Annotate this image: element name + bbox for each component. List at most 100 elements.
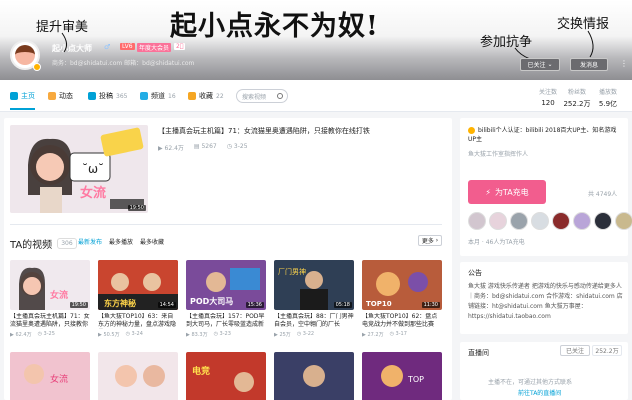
- clock-icon: ◷ 3-17: [389, 331, 407, 337]
- fan-avatar[interactable]: [531, 212, 549, 230]
- play-count: 62.4万: [164, 145, 184, 152]
- profile-banner: 起小点永不为奴! 提升审美 参加抗争 交换情报 起小点大师 ♂ LV6 年度大会…: [0, 0, 632, 80]
- charge-note: 本月 · 46人为TA充电: [468, 239, 525, 246]
- video-thumbnail[interactable]: [98, 352, 178, 400]
- video-card[interactable]: 厂门男神 05:18 【主播真会玩】88：厂门男神自会员，空中翱门的厂长 ▶ 2…: [274, 260, 354, 338]
- video-thumbnail[interactable]: TOP: [362, 352, 442, 400]
- publish-date: 3-25: [43, 331, 55, 337]
- video-title[interactable]: 【主播真会玩】157：POD早到大司马，厂长零吸蓝造成新: [186, 313, 266, 329]
- notice-body: 鱼大拔 游戏快乐传递者 把游戏的快乐与感动传递给更多人｜商务：bd@shidat…: [468, 283, 623, 320]
- video-title[interactable]: 【主播真会玩】88：厂门男神自会员，空中翱门的厂长: [274, 313, 354, 329]
- stat-plays: 播放数 5.9亿: [593, 87, 623, 109]
- svg-text:女流: 女流: [50, 289, 68, 301]
- fan-avatar[interactable]: [489, 212, 507, 230]
- play-icon: ▶ 50.5万: [98, 332, 120, 338]
- fan-avatar[interactable]: [615, 212, 632, 230]
- video-card[interactable]: 东方神秘 14:54 【鱼大拔TOP10】63：来自东方的神秘力量，盘点游戏隐藏…: [98, 260, 178, 338]
- svg-text:厂门男神: 厂门男神: [278, 267, 306, 276]
- duration-label: 14:54: [157, 302, 176, 308]
- svg-text:˘ω˘: ˘ω˘: [82, 162, 104, 176]
- video-meta: ▶ 62.4万 ◷ 3-25: [10, 331, 90, 338]
- sort-most-favorited[interactable]: 最多收藏: [140, 237, 164, 246]
- tab-label: 主页: [21, 92, 35, 100]
- video-thumbnail[interactable]: 厂门男神 05:18: [274, 260, 354, 310]
- message-button[interactable]: 发消息: [570, 58, 608, 71]
- duration-label: 19:50: [127, 205, 146, 211]
- video-thumbnail[interactable]: 电竞: [186, 352, 266, 400]
- publish-date: 3-23: [219, 331, 231, 337]
- video-thumbnail[interactable]: 东方神秘 14:54: [98, 260, 178, 310]
- tab-home[interactable]: 主页: [10, 91, 35, 110]
- tab-count: 16: [168, 92, 176, 100]
- video-meta: ▶ 25万 ◷ 3-22: [274, 331, 354, 338]
- video-meta: ▶ 27.2万 ◷ 3-17: [362, 331, 442, 338]
- svg-text:女流: 女流: [80, 185, 106, 201]
- live-room-link[interactable]: 前往TA的直播间: [518, 389, 561, 399]
- video-card[interactable]: [98, 352, 178, 400]
- video-thumbnail[interactable]: 女流: [10, 352, 90, 400]
- clock-icon: ◷ 3-25: [37, 331, 55, 337]
- video-card[interactable]: 女流 19:50 【主播真会玩主机篇】71：女流猫里奥遭遇陷阱，只接教你 ▶ 6…: [10, 260, 90, 338]
- video-card[interactable]: 女流: [10, 352, 90, 400]
- studio-info: 鱼大拔工作室指挥作人: [468, 151, 529, 158]
- certification: bilibili个人认证：bilibili 2018百大UP主、知名游戏UP主: [468, 126, 624, 144]
- svg-text:TOP10: TOP10: [366, 300, 392, 308]
- video-card[interactable]: [274, 352, 354, 400]
- svg-text:POD大司马: POD大司马: [190, 296, 233, 306]
- notice-title: 公告: [468, 269, 482, 277]
- fan-avatar[interactable]: [468, 212, 486, 230]
- clock-icon: ◷ 3-23: [213, 331, 231, 337]
- fan-avatar[interactable]: [510, 212, 528, 230]
- video-thumbnail[interactable]: [274, 352, 354, 400]
- clock-icon: ◷ 3-25: [226, 143, 248, 150]
- play-count: 27.2万: [367, 332, 384, 338]
- charge-label: 为TA充电: [494, 187, 529, 197]
- more-videos-button[interactable]: 更多 ›: [418, 235, 442, 246]
- video-title[interactable]: 【鱼大拔TOP10】63：来自东方的神秘力量，盘点游戏隐藏: [98, 313, 178, 329]
- tab-channel[interactable]: 频道 16: [140, 91, 176, 101]
- stat-label: 粉丝数: [567, 89, 586, 96]
- videos-section-title: TA的视频 306: [10, 236, 77, 251]
- live-offline-note: 主播不在，可通过其他方式联系: [488, 379, 573, 386]
- sort-most-played[interactable]: 最多播放: [109, 237, 133, 246]
- video-title[interactable]: 【主播真会玩主机篇】71：女流猫里奥遭遇陷阱，只接教你: [10, 313, 90, 329]
- video-card[interactable]: 电竞: [186, 352, 266, 400]
- follow-button[interactable]: 已关注 ⌄: [520, 58, 560, 71]
- video-thumbnail[interactable]: TOP10 11:30: [362, 260, 442, 310]
- fan-avatar[interactable]: [552, 212, 570, 230]
- featured-video-thumbnail[interactable]: ˘ω˘ 女流 19:50: [10, 125, 148, 213]
- sort-tabs: 最新发布 最多播放 最多收藏: [78, 237, 164, 246]
- video-thumbnail[interactable]: 女流 19:50: [10, 260, 90, 310]
- tab-dynamic[interactable]: 动态: [48, 91, 73, 101]
- more-options-icon[interactable]: ⋮: [620, 59, 628, 68]
- live-fans-count: 252.2万: [592, 345, 622, 356]
- tab-count: 22: [216, 92, 224, 100]
- star-icon: [188, 92, 196, 100]
- fan-avatar[interactable]: [573, 212, 591, 230]
- stat-following[interactable]: 关注数 120: [533, 87, 563, 107]
- tab-favorites[interactable]: 收藏 22: [188, 91, 224, 101]
- stat-fans[interactable]: 粉丝数 252.2万: [562, 87, 592, 109]
- svg-text:女流: 女流: [50, 373, 68, 385]
- fan-avatar[interactable]: [594, 212, 612, 230]
- tab-contribute[interactable]: 投稿 365: [88, 91, 127, 101]
- featured-video-title[interactable]: 【主播真会玩主机篇】71：女流猫里奥遭遇陷阱，只接教你在线打铁: [158, 126, 438, 136]
- search-input[interactable]: 搜索视频: [236, 89, 288, 103]
- charge-button[interactable]: ⚡ 为TA充电: [468, 180, 546, 204]
- stat-value: 5.9亿: [598, 100, 618, 108]
- search-icon[interactable]: [277, 93, 283, 99]
- live-follow-button[interactable]: 已关注: [560, 345, 590, 356]
- charge-count: 共 4749人: [588, 191, 618, 198]
- video-card[interactable]: POD大司马 15:36 【主播真会玩】157：POD早到大司马，厂长零吸蓝造成…: [186, 260, 266, 338]
- video-card[interactable]: TOP: [362, 352, 442, 400]
- play-icon: ▶ 83.3万: [186, 332, 208, 338]
- sort-newest[interactable]: 最新发布: [78, 237, 102, 246]
- video-thumbnail[interactable]: POD大司马 15:36: [186, 260, 266, 310]
- clock-icon: ◷ 3-24: [125, 331, 143, 337]
- live-title: 直播间: [468, 349, 489, 357]
- arrow-left: [61, 32, 68, 53]
- video-title[interactable]: 【鱼大拔TOP10】62：盘点电竞战力并不做到那些比赛: [362, 313, 442, 329]
- charge-fans-list: [468, 212, 632, 230]
- danmaku-icon: ▤ 5267: [193, 143, 217, 150]
- video-card[interactable]: TOP10 11:30 【鱼大拔TOP10】62：盘点电竞战力并不做到那些比赛 …: [362, 260, 442, 338]
